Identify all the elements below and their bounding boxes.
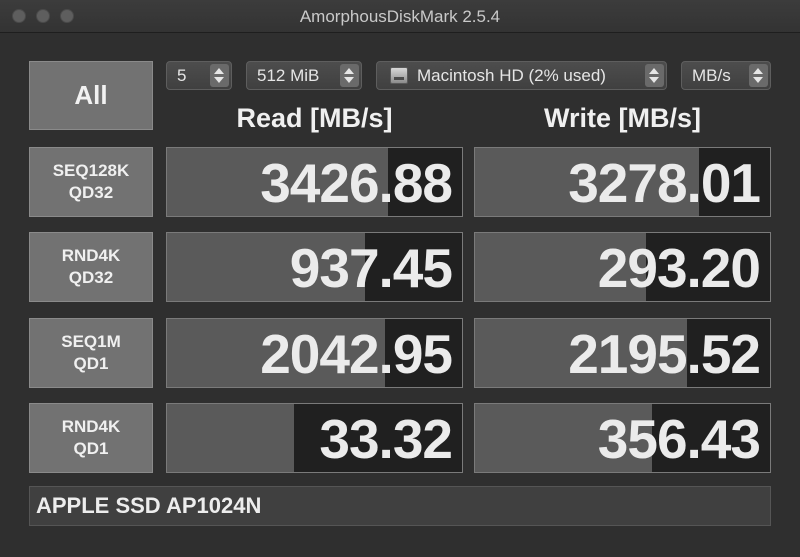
test-button-seq128k-qd32[interactable]: SEQ128K QD32	[29, 147, 153, 217]
test-queue-depth: QD1	[73, 439, 109, 458]
test-name: RND4K	[61, 417, 121, 436]
read-column-header: Read [MB/s]	[236, 103, 393, 133]
test-button-rnd4k-qd32[interactable]: RND4K QD32	[29, 232, 153, 302]
read-result-cell: 2042.95	[166, 318, 463, 388]
write-result-value: 2195.52	[568, 323, 761, 385]
test-name: SEQ1M	[61, 332, 121, 351]
read-result-cell: 3426.88	[166, 147, 463, 217]
window-title: AmorphousDiskMark 2.5.4	[299, 7, 501, 26]
test-button-rnd4k-qd1[interactable]: RND4K QD1	[29, 403, 153, 473]
updown-arrows-icon	[210, 64, 229, 87]
write-result-cell: 293.20	[474, 232, 771, 302]
updown-arrows-icon	[645, 64, 664, 87]
write-result-cell: 2195.52	[474, 318, 771, 388]
all-button[interactable]: All	[29, 61, 153, 130]
app-window: AmorphousDiskMark 2.5.4 All 5 512 MiB Ma…	[0, 0, 800, 557]
read-result-cell: 33.32	[166, 403, 463, 473]
unit-value: MB/s	[692, 66, 731, 85]
device-name-field: APPLE SSD AP1024N	[29, 486, 771, 526]
read-progress-fill	[167, 404, 294, 472]
disk-value: Macintosh HD (2% used)	[417, 66, 606, 85]
test-name: SEQ128K	[52, 161, 130, 180]
test-queue-depth: QD32	[68, 183, 114, 202]
test-name: RND4K	[61, 246, 121, 265]
unit-select[interactable]: MB/s	[681, 61, 771, 90]
read-result-value: 2042.95	[260, 323, 453, 385]
test-queue-depth: QD1	[73, 354, 109, 373]
test-count-select[interactable]: 5	[166, 61, 232, 90]
test-button-seq1m-qd1[interactable]: SEQ1M QD1	[29, 318, 153, 388]
write-result-value: 293.20	[597, 237, 761, 299]
read-result-value: 3426.88	[260, 152, 453, 214]
read-result-value: 33.32	[319, 408, 453, 470]
test-size-value: 512 MiB	[257, 66, 320, 85]
updown-arrows-icon	[749, 64, 768, 87]
write-result-value: 356.43	[597, 408, 761, 470]
updown-arrows-icon	[340, 64, 359, 87]
disk-select[interactable]: Macintosh HD (2% used)	[376, 61, 667, 90]
title-bar: AmorphousDiskMark 2.5.4	[0, 0, 800, 33]
hard-disk-icon	[390, 67, 408, 84]
test-queue-depth: QD32	[68, 268, 114, 287]
write-result-cell: 356.43	[474, 403, 771, 473]
read-result-value: 937.45	[289, 237, 453, 299]
test-size-select[interactable]: 512 MiB	[246, 61, 362, 90]
write-result-value: 3278.01	[568, 152, 761, 214]
test-count-value: 5	[177, 66, 187, 85]
read-result-cell: 937.45	[166, 232, 463, 302]
write-column-header: Write [MB/s]	[543, 103, 701, 133]
write-result-cell: 3278.01	[474, 147, 771, 217]
